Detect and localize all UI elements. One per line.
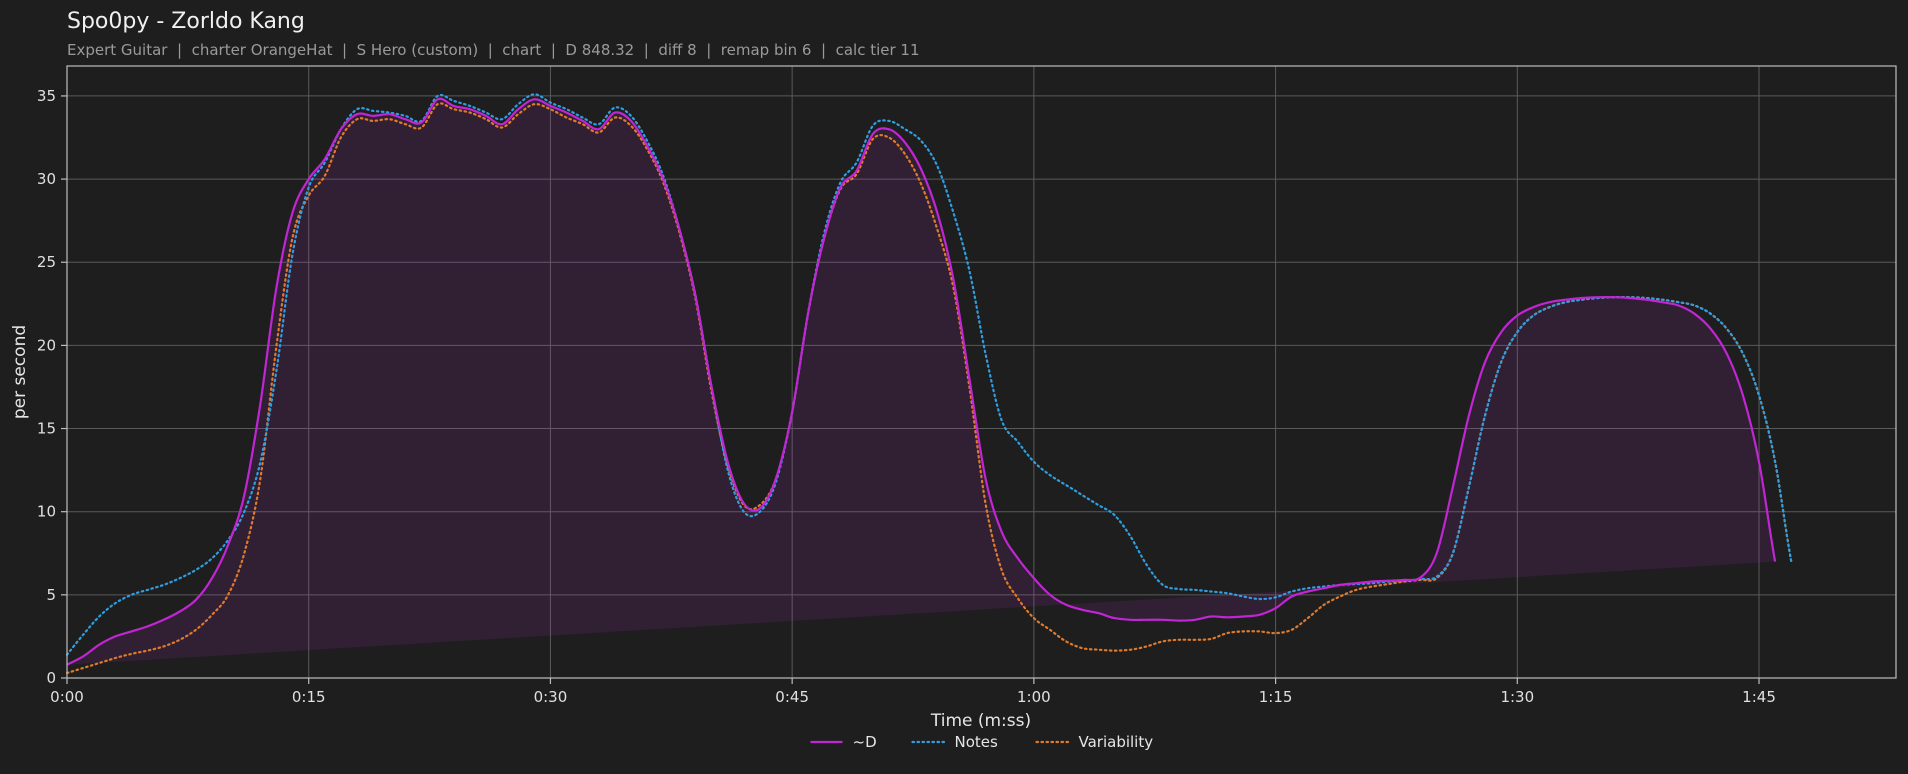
x-tick-label: 0:30 — [534, 688, 568, 706]
legend-label: Variability — [1079, 733, 1154, 751]
x-tick-label: 0:15 — [292, 688, 326, 706]
legend-label: Notes — [955, 733, 999, 751]
y-tick-label: 35 — [37, 87, 56, 105]
y-tick-label: 0 — [46, 669, 56, 687]
y-tick-label: 30 — [37, 170, 56, 188]
legend-item-d: ~D — [810, 733, 877, 751]
x-tick-label: 0:45 — [775, 688, 809, 706]
y-axis-label: per second — [10, 325, 30, 419]
x-tick-label: 1:00 — [1017, 688, 1051, 706]
chart-title: Spo0py - Zorldo Kang — [67, 9, 305, 34]
y-tick-label: 15 — [37, 420, 56, 438]
x-tick-label: 1:15 — [1259, 688, 1293, 706]
legend: ~D Notes Variability — [810, 733, 1154, 751]
legend-item-variability: Variability — [1035, 733, 1154, 751]
x-axis-ticks: 0:00 0:15 0:30 0:45 1:00 1:15 1:30 1:45 — [50, 678, 1776, 706]
chart-subtitle: Expert Guitar | charter OrangeHat | S He… — [67, 41, 920, 59]
x-tick-label: 1:30 — [1500, 688, 1534, 706]
y-tick-label: 25 — [37, 253, 56, 271]
y-tick-label: 10 — [37, 503, 56, 521]
legend-item-notes: Notes — [911, 733, 999, 751]
y-tick-label: 5 — [46, 586, 56, 604]
plot-area — [65, 65, 1897, 679]
y-tick-label: 20 — [37, 336, 56, 354]
legend-label: ~D — [853, 733, 877, 751]
y-axis-ticks: 0 5 10 15 20 25 30 35 — [37, 87, 67, 687]
x-tick-label: 0:00 — [50, 688, 84, 706]
chart: Spo0py - Zorldo Kang Expert Guitar | cha… — [10, 9, 1897, 751]
x-axis-label: Time (m:ss) — [930, 711, 1031, 731]
x-tick-label: 1:45 — [1742, 688, 1776, 706]
